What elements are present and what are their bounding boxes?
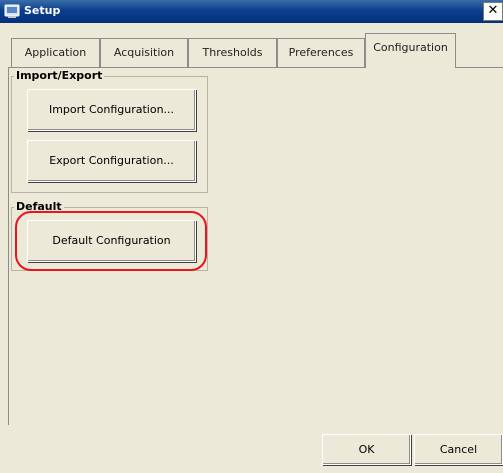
tab-label: Application (24, 46, 87, 59)
tab-thresholds[interactable]: Thresholds (188, 38, 277, 67)
export-configuration-button[interactable]: Export Configuration... (27, 140, 196, 182)
tab-label: Preferences (288, 46, 354, 59)
setup-app-icon (4, 3, 20, 19)
setup-window: Setup ✕ Application Acquisition Threshol… (0, 0, 503, 473)
cancel-button[interactable]: Cancel (414, 434, 503, 465)
close-icon: ✕ (487, 3, 499, 18)
import-configuration-button[interactable]: Import Configuration... (27, 89, 196, 131)
tab-preferences[interactable]: Preferences (277, 38, 365, 67)
tab-label: Acquisition (113, 46, 175, 59)
window-title: Setup (24, 4, 61, 17)
default-configuration-button[interactable]: Default Configuration (27, 220, 196, 262)
import-export-legend: Import/Export (14, 69, 105, 82)
tab-strip: Application Acquisition Thresholds Prefe… (0, 33, 503, 68)
tab-application[interactable]: Application (11, 38, 100, 67)
footer: OK Cancel (0, 425, 503, 473)
title-bar: Setup ✕ (0, 0, 503, 23)
ok-button[interactable]: OK (322, 434, 411, 465)
close-button[interactable]: ✕ (483, 2, 503, 21)
tab-acquisition[interactable]: Acquisition (100, 38, 188, 67)
tab-configuration[interactable]: Configuration (365, 33, 456, 68)
default-legend: Default (14, 200, 64, 213)
tab-label: Configuration (373, 41, 448, 54)
tab-label: Thresholds (202, 46, 263, 59)
